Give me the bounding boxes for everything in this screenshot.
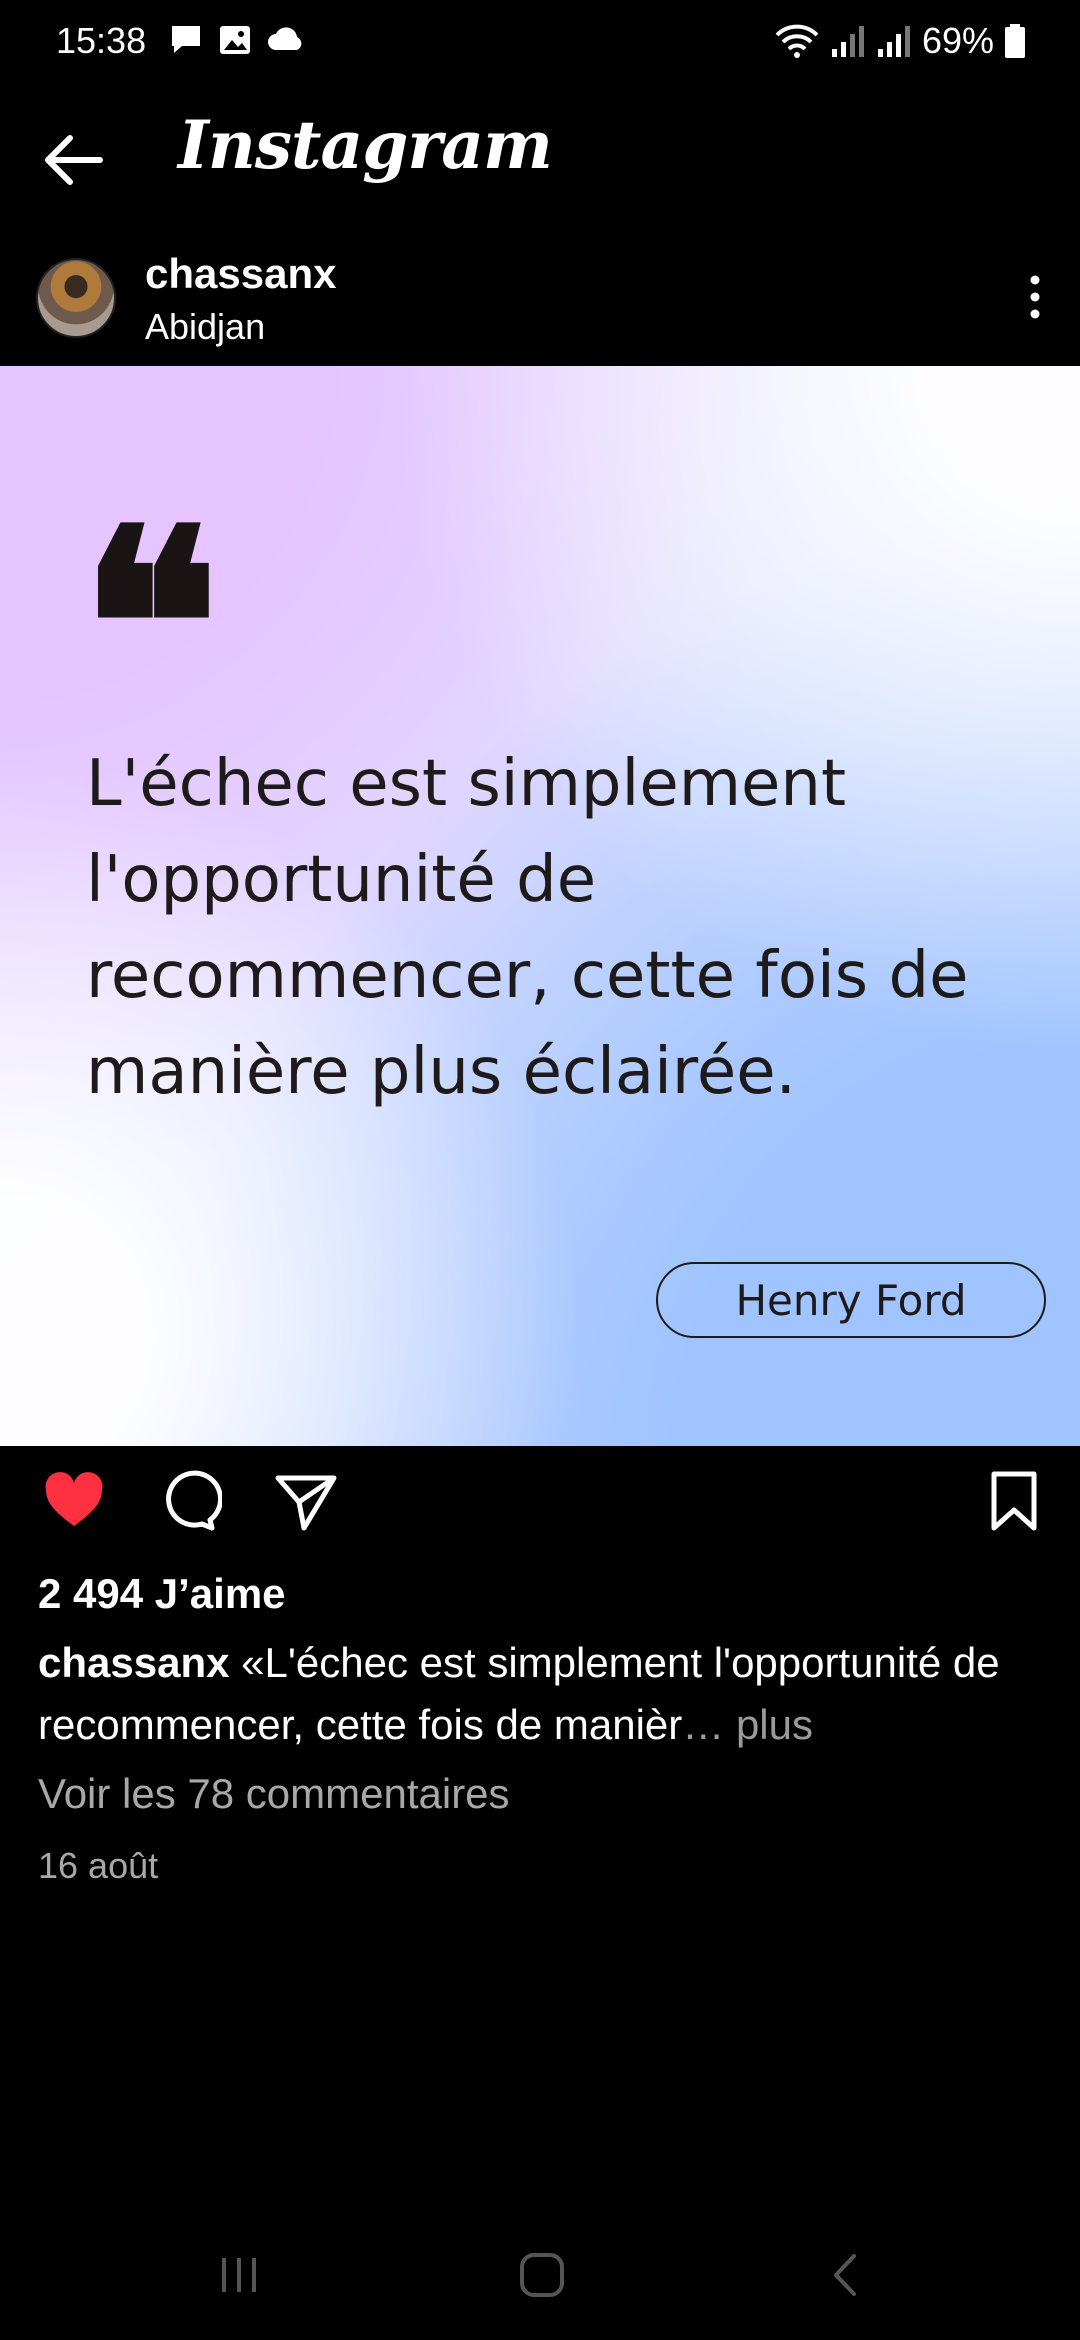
app-header: Instagram	[0, 100, 1080, 220]
quote-text: L'échec est simplement l'opportunité de …	[86, 747, 969, 1109]
heart-icon[interactable]	[42, 1470, 106, 1534]
screen: 15:38 69% Instagram chassanx Abidjan ❝ L…	[0, 0, 1080, 2340]
quote-mark-icon: ❝	[80, 473, 220, 778]
view-comments-link[interactable]: Voir les 78 commentaires	[38, 1770, 510, 1818]
image-icon	[220, 26, 250, 54]
signal-icon	[831, 26, 864, 57]
quote-author: Henry Ford	[656, 1262, 1046, 1338]
post-location[interactable]: Abidjan	[145, 306, 265, 348]
caption-username[interactable]: chassanx	[38, 1639, 229, 1686]
comment-icon[interactable]	[158, 1470, 222, 1534]
post-header: chassanx Abidjan	[0, 250, 1080, 360]
signal-icon	[877, 26, 910, 57]
back-arrow-icon[interactable]	[40, 130, 106, 190]
home-icon[interactable]	[512, 2250, 572, 2300]
status-bar: 15:38 69%	[0, 0, 1080, 84]
battery-percentage: 69%	[921, 20, 994, 61]
notification-icons	[168, 22, 306, 58]
post-caption[interactable]: chassanx «L'échec est simplement l'oppor…	[38, 1632, 1048, 1756]
app-title: Instagram	[178, 106, 553, 184]
likes-count[interactable]: 2 494 J’aime	[38, 1570, 286, 1618]
bookmark-icon[interactable]	[982, 1470, 1046, 1534]
post-date: 16 août	[38, 1845, 159, 1886]
status-time: 15:38	[56, 20, 147, 61]
wifi-icon	[775, 24, 819, 58]
share-icon[interactable]	[274, 1470, 338, 1534]
more-options-icon[interactable]	[1020, 272, 1050, 322]
battery-icon	[1005, 24, 1025, 58]
caption-more-link[interactable]: … plus	[682, 1701, 813, 1748]
cloud-icon	[268, 27, 302, 50]
system-status: 69%	[774, 20, 1026, 62]
post-actions	[0, 1470, 1080, 1540]
system-nav-bar	[0, 2210, 1080, 2340]
message-icon	[172, 26, 200, 53]
recent-apps-icon[interactable]	[210, 2250, 270, 2300]
post-username[interactable]: chassanx	[145, 250, 336, 298]
back-nav-icon[interactable]	[816, 2250, 876, 2300]
post-image[interactable]: ❝ L'échec est simplement l'opportunité d…	[0, 366, 1080, 1446]
avatar[interactable]	[36, 258, 116, 338]
